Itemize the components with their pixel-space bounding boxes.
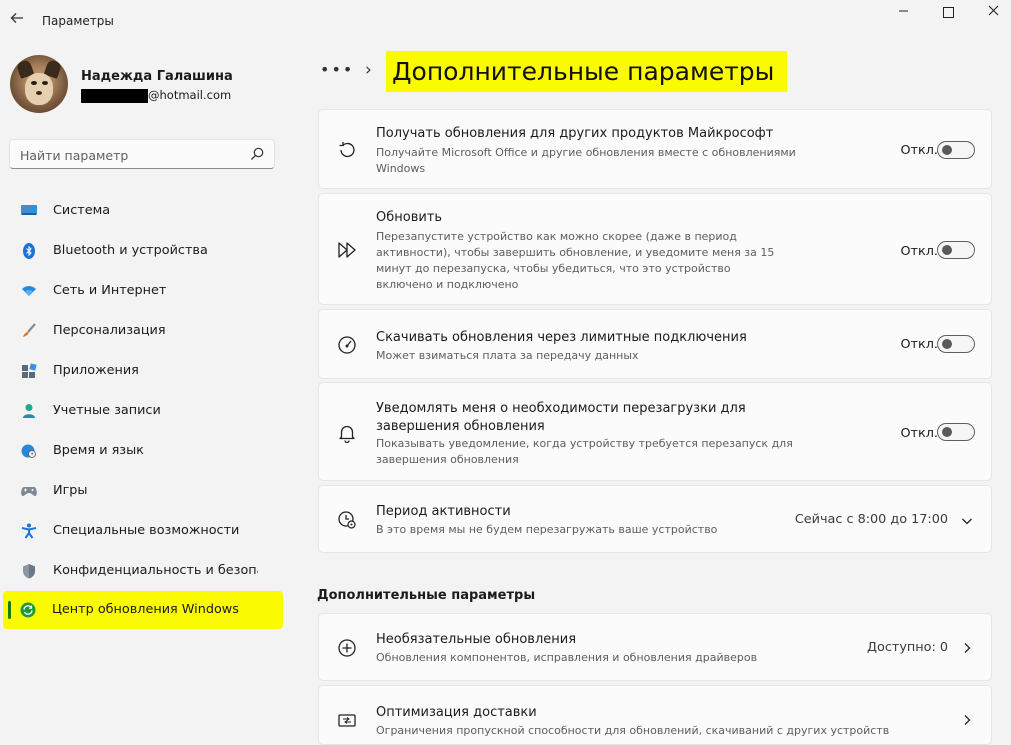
setting-title: Скачивать обновления через лимитные подк…	[376, 330, 747, 345]
setting-card-restart-asap: Обновить Перезапустите устройство как мо…	[318, 193, 992, 305]
chevron-right-icon	[964, 715, 971, 725]
sidebar-item-accessibility[interactable]: Специальные возможности	[4, 513, 282, 549]
user-email: @hotmail.com	[148, 88, 232, 102]
globe-clock-icon	[21, 444, 36, 458]
maximize-button[interactable]	[925, 0, 971, 28]
search-input[interactable]	[18, 145, 242, 165]
sidebar-item-time-language[interactable]: Время и язык	[4, 433, 282, 469]
active-indicator	[8, 601, 11, 619]
person-icon	[23, 404, 35, 418]
toggle-state-label: Откл.	[900, 337, 938, 352]
setting-card-metered: Скачивать обновления через лимитные подк…	[318, 309, 992, 379]
sidebar-item-network[interactable]: Сеть и Интернет	[4, 273, 282, 309]
sidebar-item-label: Сеть и Интернет	[53, 283, 167, 298]
title-bar: Параметры	[0, 0, 1011, 40]
toggle-state-label: Откл.	[900, 426, 938, 441]
shield-icon	[23, 564, 35, 579]
maximize-icon	[942, 7, 954, 18]
toggle-restart-notify[interactable]	[937, 423, 975, 441]
setting-title: Уведомлять меня о необходимости перезагр…	[376, 401, 746, 434]
wifi-icon	[22, 286, 36, 296]
setting-description: В это время мы не будем перезагружать ва…	[376, 523, 718, 536]
sidebar-item-privacy[interactable]: Конфиденциальность и безопасность	[4, 553, 282, 589]
page-title: Дополнительные параметры	[386, 51, 788, 92]
setting-card-delivery-optimization[interactable]: Оптимизация доставки Ограничения пропуск…	[318, 685, 992, 745]
sidebar-item-gaming[interactable]: Игры	[4, 473, 282, 509]
toggle-state-label: Откл.	[900, 143, 938, 158]
setting-title: Оптимизация доставки	[376, 705, 537, 720]
setting-title: Период активности	[376, 504, 511, 519]
delivery-icon	[338, 714, 356, 727]
history-icon	[339, 142, 355, 158]
search-icon[interactable]	[249, 146, 265, 162]
setting-description: Ограничения пропускной способности для о…	[376, 724, 890, 737]
chevron-down-icon	[962, 518, 972, 525]
user-name: Надежда Галашина	[81, 69, 233, 84]
apps-icon	[22, 363, 37, 378]
setting-card-restart-notify: Уведомлять меня о необходимости перезагр…	[318, 382, 992, 481]
sidebar-item-label: Учетные записи	[53, 403, 161, 418]
fast-forward-icon	[338, 242, 356, 258]
breadcrumb-separator: ›	[365, 60, 372, 80]
toggle-other-products[interactable]	[937, 141, 975, 159]
plus-circle-icon	[338, 639, 356, 657]
sidebar-item-bluetooth[interactable]: Bluetooth и устройства	[4, 233, 282, 269]
monitor-icon	[21, 205, 37, 215]
setting-title: Обновить	[376, 210, 443, 225]
minimize-button[interactable]	[880, 0, 926, 28]
sidebar-item-label: Игры	[53, 483, 88, 498]
setting-card-other-products: Получать обновления для других продуктов…	[318, 109, 992, 189]
setting-title: Необязательные обновления	[376, 632, 577, 647]
breadcrumb-more-button[interactable]: •••	[320, 60, 354, 79]
setting-description: Показывать уведомление, когда устройству…	[376, 437, 793, 466]
close-icon	[988, 5, 998, 16]
setting-card-active-hours[interactable]: Период активности В это время мы не буде…	[318, 485, 992, 553]
optional-updates-count: Доступно: 0	[867, 640, 948, 655]
bell-icon	[339, 425, 355, 443]
update-icon	[20, 602, 36, 618]
toggle-metered[interactable]	[937, 335, 975, 353]
close-button[interactable]	[970, 0, 1011, 28]
sidebar-item-personalization[interactable]: Персонализация	[4, 313, 282, 349]
setting-description: Может взиматься плата за передачу данных	[376, 349, 639, 362]
sidebar-item-label: Конфиденциальность и безопасность	[53, 563, 258, 578]
email-redaction	[81, 89, 148, 103]
sidebar-item-label: Время и язык	[53, 443, 144, 458]
sidebar-item-label: Приложения	[53, 363, 139, 378]
setting-description: Обновления компонентов, исправления и об…	[376, 651, 758, 664]
active-hours-value: Сейчас с 8:00 до 17:00	[794, 512, 948, 527]
chevron-right-icon	[964, 643, 971, 653]
setting-title: Получать обновления для других продуктов…	[376, 126, 774, 141]
accessibility-icon	[21, 523, 37, 539]
toggle-state-label: Откл.	[900, 244, 938, 259]
sidebar-item-system[interactable]: Система	[4, 193, 282, 229]
clock-gear-icon	[338, 511, 356, 529]
sidebar-item-accounts[interactable]: Учетные записи	[4, 393, 282, 429]
search-box[interactable]	[9, 139, 275, 169]
app-title: Параметры	[42, 14, 114, 28]
gamepad-icon	[21, 487, 37, 496]
brush-icon	[23, 323, 36, 337]
bluetooth-icon	[23, 243, 35, 259]
setting-description: Получайте Microsoft Office и другие обно…	[376, 146, 796, 175]
setting-description: Перезапустите устройство как можно скоре…	[376, 230, 775, 291]
sidebar-item-label: Центр обновления Windows	[52, 602, 239, 617]
sidebar-item-label: Bluetooth и устройства	[53, 243, 208, 258]
avatar[interactable]	[10, 55, 68, 113]
sidebar-item-label: Система	[53, 203, 111, 218]
back-arrow-icon[interactable]	[8, 10, 26, 30]
setting-card-optional-updates[interactable]: Необязательные обновления Обновления ком…	[318, 613, 992, 681]
toggle-restart-asap[interactable]	[937, 241, 975, 259]
sidebar-item-windows-update[interactable]: Центр обновления Windows	[3, 591, 283, 629]
gauge-icon	[338, 336, 356, 354]
section-title: Дополнительные параметры	[317, 588, 536, 603]
sidebar-item-label: Специальные возможности	[53, 523, 240, 538]
sidebar-item-label: Персонализация	[53, 323, 166, 338]
sidebar-item-apps[interactable]: Приложения	[4, 353, 282, 389]
